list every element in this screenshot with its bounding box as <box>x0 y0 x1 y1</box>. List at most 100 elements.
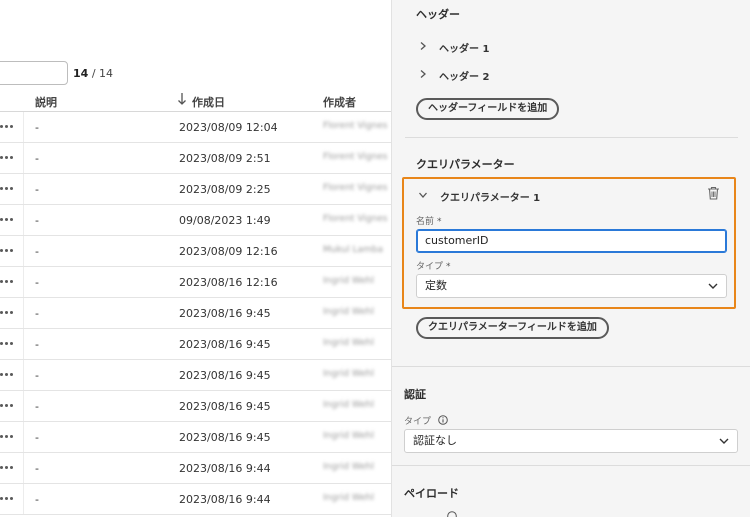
row-created-date: 2023/08/16 9:45 <box>179 400 271 413</box>
query-section-title: クエリパラメーター <box>416 158 515 171</box>
table-row[interactable]: - 2023/08/16 12:16 Ingrid Wehl <box>0 267 391 298</box>
more-icon[interactable] <box>0 216 16 224</box>
header-item-2[interactable]: ヘッダー 2 <box>439 68 489 83</box>
table-row[interactable]: - 09/08/2023 1:49 Florent Vignes <box>0 205 391 236</box>
column-separator <box>23 267 24 297</box>
query-param-card-highlight <box>402 177 736 309</box>
row-description: - <box>35 462 39 475</box>
chevron-down-icon <box>719 438 729 444</box>
row-created-date: 2023/08/09 2:51 <box>179 152 271 165</box>
row-description: - <box>35 152 39 165</box>
add-query-param-field-button[interactable]: クエリパラメーターフィールドを追加 <box>416 317 609 339</box>
more-icon[interactable] <box>0 340 16 348</box>
table-row[interactable]: - 2023/08/16 9:45 Ingrid Wehl <box>0 360 391 391</box>
sort-down-icon[interactable] <box>177 92 187 106</box>
row-creator: Florent Vignes <box>323 214 388 224</box>
row-created-date: 2023/08/09 2:25 <box>179 183 271 196</box>
payload-section-title: ペイロード <box>404 487 459 500</box>
more-icon[interactable] <box>0 247 16 255</box>
row-description: - <box>35 276 39 289</box>
row-description: - <box>35 369 39 382</box>
table-row[interactable]: - 2023/08/09 2:51 Florent Vignes <box>0 143 391 174</box>
column-separator <box>23 484 24 514</box>
column-separator <box>23 112 24 142</box>
table-area: 14 / 14 説明 作成日 作成者 - 2023/08/09 12:04 Flor… <box>0 0 391 517</box>
row-created-date: 2023/08/09 12:16 <box>179 245 278 258</box>
table-row[interactable]: - 2023/08/16 9:45 Ingrid Wehl <box>0 422 391 453</box>
page-total: / 14 <box>91 67 114 80</box>
more-icon[interactable] <box>0 123 16 131</box>
row-creator: Ingrid Wehl <box>323 307 374 317</box>
table-row[interactable]: - 2023/08/09 2:25 Florent Vignes <box>0 174 391 205</box>
row-created-date: 2023/08/16 12:16 <box>179 276 278 289</box>
column-separator <box>23 453 24 483</box>
more-icon[interactable] <box>0 278 16 286</box>
row-creator: Florent Vignes <box>323 152 388 162</box>
column-separator <box>23 329 24 359</box>
more-icon[interactable] <box>0 309 16 317</box>
divider <box>405 137 738 138</box>
column-created[interactable]: 作成日 <box>192 94 225 110</box>
headers-section-title: ヘッダー <box>416 8 460 21</box>
column-separator <box>23 236 24 266</box>
more-icon[interactable] <box>0 433 16 441</box>
row-creator: Mukul Lamba <box>323 245 383 255</box>
table-row[interactable]: - 2023/08/16 9:45 Ingrid Wehl <box>0 298 391 329</box>
column-separator <box>23 174 24 204</box>
page-number-input[interactable] <box>0 61 68 85</box>
row-creator: Ingrid Wehl <box>323 431 374 441</box>
more-icon[interactable] <box>0 464 16 472</box>
table-row[interactable]: - 2023/08/09 12:16 Mukul Lamba <box>0 236 391 267</box>
chevron-right-icon[interactable] <box>418 41 428 51</box>
row-description: - <box>35 493 39 506</box>
row-created-date: 2023/08/16 9:45 <box>179 431 271 444</box>
add-header-field-button[interactable]: ヘッダーフィールドを追加 <box>416 98 560 120</box>
row-description: - <box>35 431 39 444</box>
row-created-date: 2023/08/16 9:44 <box>179 493 271 506</box>
table-row[interactable]: - 2023/08/09 12:04 Florent Vignes <box>0 112 391 143</box>
row-description: - <box>35 245 39 258</box>
row-creator: Ingrid Wehl <box>323 338 374 348</box>
more-icon[interactable] <box>0 154 16 162</box>
info-icon[interactable] <box>447 511 457 517</box>
row-created-date: 09/08/2023 1:49 <box>179 214 271 227</box>
row-created-date: 2023/08/16 9:45 <box>179 338 271 351</box>
row-created-date: 2023/08/16 9:45 <box>179 307 271 320</box>
row-creator: Ingrid Wehl <box>323 493 374 503</box>
row-creator: Florent Vignes <box>323 183 388 193</box>
row-description: - <box>35 214 39 227</box>
row-created-date: 2023/08/16 9:45 <box>179 369 271 382</box>
row-description: - <box>35 338 39 351</box>
table-row[interactable]: - 2023/08/16 9:44 Ingrid Wehl <box>0 453 391 484</box>
column-creator[interactable]: 作成者 <box>323 94 356 110</box>
table-row[interactable]: - 2023/08/16 9:45 Ingrid Wehl <box>0 329 391 360</box>
divider <box>392 465 750 466</box>
more-icon[interactable] <box>0 371 16 379</box>
row-creator: Ingrid Wehl <box>323 276 374 286</box>
more-icon[interactable] <box>0 402 16 410</box>
row-creator: Ingrid Wehl <box>323 400 374 410</box>
divider <box>392 366 750 367</box>
table-row[interactable]: - 2023/08/16 9:45 Ingrid Wehl <box>0 391 391 422</box>
auth-type-select[interactable]: 認証なし <box>404 429 738 453</box>
auth-section-title: 認証 <box>404 388 426 401</box>
row-creator: Ingrid Wehl <box>323 369 374 379</box>
header-item-1[interactable]: ヘッダー 1 <box>439 40 489 55</box>
auth-type-label: タイプ <box>404 414 448 427</box>
row-description: - <box>35 307 39 320</box>
auth-type-label-text: タイプ <box>404 417 432 427</box>
row-creator: Florent Vignes <box>323 121 388 131</box>
row-created-date: 2023/08/16 9:44 <box>179 462 271 475</box>
column-separator <box>23 360 24 390</box>
column-description[interactable]: 説明 <box>35 94 57 110</box>
auth-type-value: 認証なし <box>413 434 457 447</box>
column-separator <box>23 422 24 452</box>
trash-icon[interactable] <box>707 186 720 200</box>
more-icon[interactable] <box>0 185 16 193</box>
chevron-right-icon[interactable] <box>418 69 428 79</box>
row-creator: Ingrid Wehl <box>323 462 374 472</box>
more-icon[interactable] <box>0 495 16 503</box>
table-row[interactable]: - 2023/08/16 9:44 Ingrid Wehl <box>0 484 391 515</box>
page-count: 14 / 14 <box>73 67 113 80</box>
info-icon[interactable] <box>438 415 448 425</box>
